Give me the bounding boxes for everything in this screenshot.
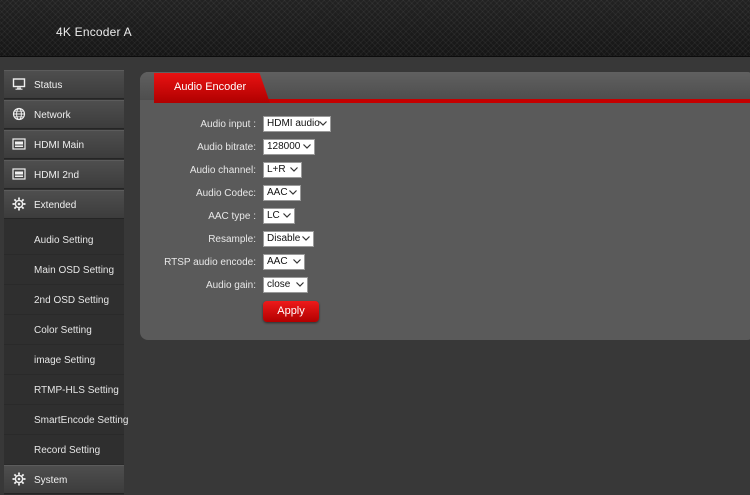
field-label: AAC type : (208, 211, 256, 222)
resample-select[interactable]: Disable (263, 231, 314, 247)
aac-type-select[interactable]: LC (263, 208, 295, 224)
select-value: close (267, 279, 291, 290)
rtsp-audio-encode-select[interactable]: AAC (263, 254, 305, 270)
chevron-down-icon (290, 167, 298, 172)
globe-icon (12, 107, 26, 121)
field-label: Audio channel: (189, 165, 256, 176)
sidebar-item-label: HDMI Main (34, 140, 85, 151)
sidebar-subitem-record-setting[interactable]: Record Setting (4, 435, 124, 465)
sidebar-item-label: Status (34, 80, 63, 91)
gear-icon (12, 197, 26, 211)
sidebar-subitem-label: RTMP-HLS Setting (34, 385, 119, 396)
sidebar-item-label: System (34, 475, 68, 486)
sidebar-subitem-label: Color Setting (34, 325, 92, 336)
sidebar-subitem-label: image Setting (34, 355, 96, 366)
audio-bitrate-select[interactable]: 128000 (263, 139, 315, 155)
sidebar-subitem-audio-setting[interactable]: Audio Setting (4, 225, 124, 255)
sidebar-subitem-label: Record Setting (34, 445, 101, 456)
field-label: Resample: (208, 234, 256, 245)
sidebar-subitem-main-osd-setting[interactable]: Main OSD Setting (4, 255, 124, 285)
sidebar-subitem-label: 2nd OSD Setting (34, 295, 110, 306)
chevron-down-icon (283, 213, 291, 218)
monitor-icon (12, 78, 26, 90)
sidebar-item-extended[interactable]: Extended (4, 190, 124, 219)
field-label: Audio input : (200, 119, 256, 130)
hdmi-icon (12, 168, 26, 180)
form-row-audio-codec: Audio Codec: AAC (140, 185, 750, 203)
field-label: RTSP audio encode: (164, 257, 256, 268)
hdmi-icon (12, 138, 26, 150)
sidebar-subitem-rtmp-hls-setting[interactable]: RTMP-HLS Setting (4, 375, 124, 405)
sidebar-item-system[interactable]: System (4, 465, 124, 494)
select-value: 128000 (267, 141, 301, 152)
sidebar-subitem-color-setting[interactable]: Color Setting (4, 315, 124, 345)
sidebar: Status Network HDMI Main HDMI 2nd Extend… (4, 70, 129, 495)
sidebar-subitem-2nd-osd-setting[interactable]: 2nd OSD Setting (4, 285, 124, 315)
select-value: AAC (267, 256, 288, 267)
sidebar-item-label: Extended (34, 200, 77, 211)
sidebar-subitem-image-setting[interactable]: image Setting (4, 345, 124, 375)
select-value: AAC (267, 187, 288, 198)
chevron-down-icon (296, 282, 304, 287)
form-row-resample: Resample: Disable (140, 231, 750, 249)
form-row-audio-bitrate: Audio bitrate: 128000 (140, 139, 750, 157)
sidebar-subitem-label: Main OSD Setting (34, 265, 115, 276)
audio-encoder-panel: Audio Encoder Audio input : HDMI audio A… (140, 72, 750, 340)
device-title: 4K Encoder A (56, 25, 132, 39)
gear-icon (12, 472, 26, 486)
sidebar-subitem-smartencode-setting[interactable]: SmartEncode Setting (4, 405, 129, 435)
top-header: 4K Encoder A (0, 0, 750, 57)
chevron-down-icon (303, 144, 311, 149)
sidebar-item-hdmi-main[interactable]: HDMI Main (4, 130, 124, 159)
sidebar-item-status[interactable]: Status (4, 70, 124, 99)
sidebar-item-label: HDMI 2nd (34, 170, 80, 181)
field-label: Audio Codec: (195, 188, 256, 199)
chevron-down-icon (293, 259, 301, 264)
form-row-audio-input: Audio input : HDMI audio (140, 116, 750, 134)
tab-label: Audio Encoder (174, 81, 247, 93)
select-value: Disable (267, 233, 301, 244)
sidebar-subitem-label: Audio Setting (34, 235, 94, 246)
tab-audio-encoder[interactable]: Audio Encoder (154, 73, 270, 103)
form-row-audio-channel: Audio channel: L+R (140, 162, 750, 180)
sidebar-subitem-label: SmartEncode Setting (34, 415, 129, 426)
audio-channel-select[interactable]: L+R (263, 162, 302, 178)
select-value: L+R (267, 164, 286, 175)
apply-button[interactable]: Apply (263, 301, 319, 322)
select-value: HDMI audio (267, 118, 320, 129)
select-value: LC (267, 210, 280, 221)
field-label: Audio bitrate: (197, 142, 256, 153)
form-row-rtsp-audio-encode: RTSP audio encode: AAC (140, 254, 750, 272)
audio-input-select[interactable]: HDMI audio (263, 116, 331, 132)
audio-gain-select[interactable]: close (263, 277, 308, 293)
sidebar-item-network[interactable]: Network (4, 100, 124, 129)
field-label: Audio gain: (205, 280, 256, 291)
chevron-down-icon (319, 121, 327, 126)
audio-codec-select[interactable]: AAC (263, 185, 301, 201)
sidebar-item-label: Network (34, 110, 71, 121)
chevron-down-icon (302, 236, 310, 241)
chevron-down-icon (289, 190, 297, 195)
form-row-audio-gain: Audio gain: close (140, 277, 750, 295)
form-row-aac-type: AAC type : LC (140, 208, 750, 226)
sidebar-item-hdmi-2nd[interactable]: HDMI 2nd (4, 160, 124, 189)
